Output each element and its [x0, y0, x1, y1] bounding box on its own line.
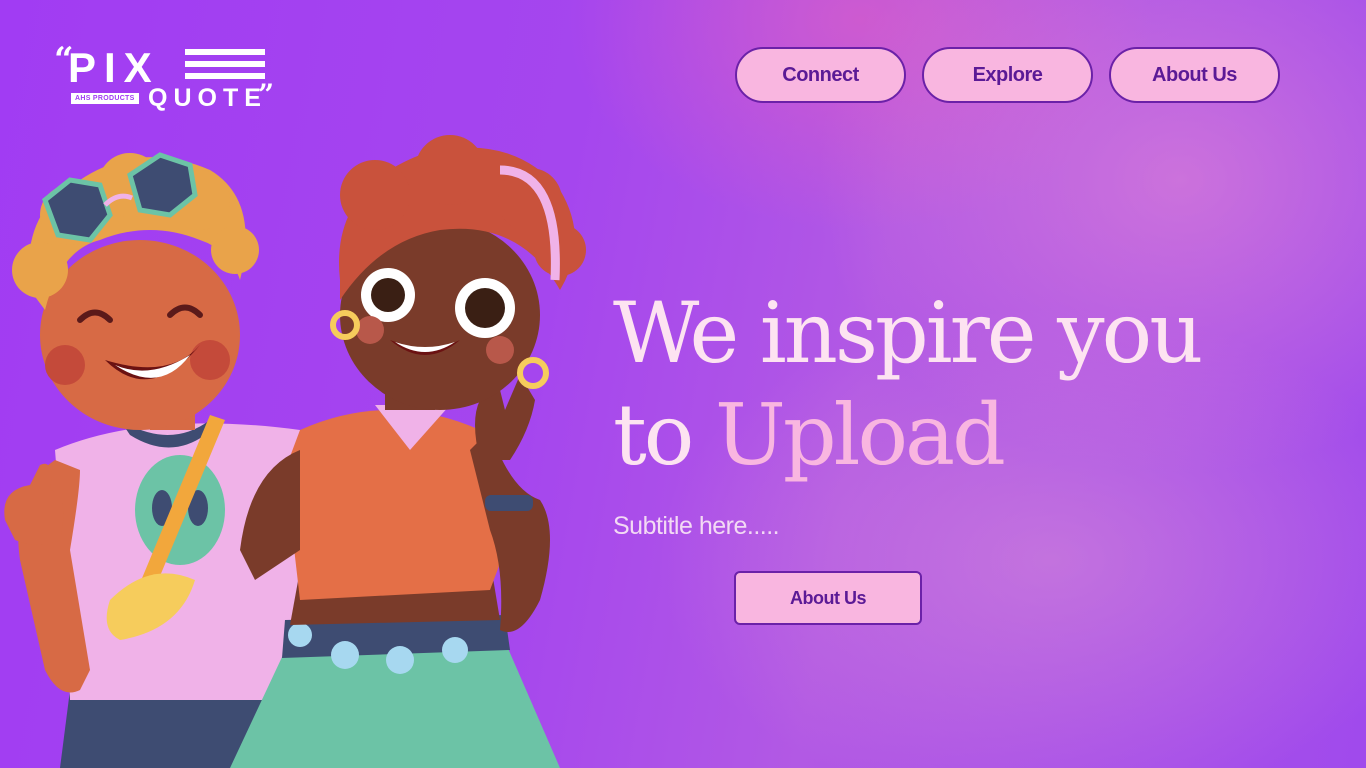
logo-badge: AHS PRODUCTS	[71, 93, 139, 104]
connect-button[interactable]: Connect	[735, 47, 906, 103]
about-us-cta-button[interactable]: About Us	[734, 571, 922, 625]
pixquote-logo[interactable]: “ PIX AHS PRODUCTS QUOTE ”	[52, 40, 292, 120]
logo-stripe	[185, 61, 265, 67]
characters-illustration	[4, 135, 586, 768]
hero-title-accent: Upload	[715, 386, 1006, 484]
logo-quote-text: QUOTE	[148, 84, 267, 112]
about-us-nav-button[interactable]: About Us	[1109, 47, 1280, 103]
logo-stripe	[185, 49, 265, 55]
explore-button[interactable]: Explore	[922, 47, 1093, 103]
hero-subtitle: Subtitle here.....	[613, 512, 780, 540]
hero-title: We inspire you to Upload	[613, 282, 1203, 486]
logo-close-quote: ”	[258, 78, 275, 111]
hero-title-line1: We inspire you	[613, 284, 1203, 382]
hero-title-line2-prefix: to	[613, 386, 694, 484]
logo-stripe	[185, 73, 265, 79]
logo-pix-text: PIX	[68, 44, 160, 91]
